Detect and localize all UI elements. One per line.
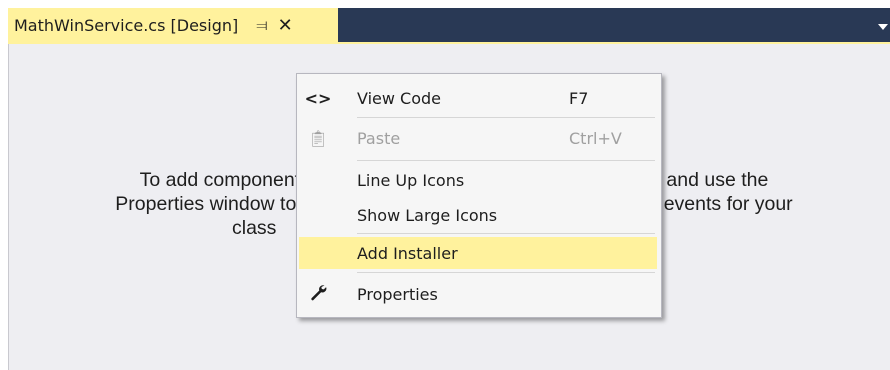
menu-separator — [357, 233, 655, 234]
menu-item-add-installer[interactable]: Add Installer — [299, 237, 657, 269]
menu-item-label: View Code — [357, 88, 442, 108]
code-icon: <> — [304, 88, 332, 108]
menu-item-label: Properties — [357, 284, 438, 304]
menu-item-properties[interactable]: Properties — [299, 278, 657, 310]
menu-item-label: Paste — [357, 128, 401, 148]
context-menu: <> View Code F7 📋︎ Paste Ctrl+V Line Up … — [296, 73, 662, 318]
close-icon[interactable]: ✕ — [278, 15, 293, 36]
menu-item-line-up-icons[interactable]: Line Up Icons — [299, 164, 657, 196]
wrench-icon — [303, 283, 333, 305]
menu-item-shortcut: F7 — [569, 88, 589, 108]
menu-item-show-large-icons[interactable]: Show Large Icons — [299, 199, 657, 231]
document-tab[interactable]: MathWinService.cs [Design] ⫤ ✕ — [8, 8, 338, 42]
menu-item-label: Add Installer — [357, 243, 458, 263]
menu-separator — [357, 160, 655, 161]
hint-line3: class — [232, 217, 277, 239]
menu-separator — [357, 117, 655, 118]
tab-dropdown-icon[interactable] — [878, 24, 888, 30]
pin-icon[interactable]: ⫤ — [256, 16, 267, 34]
tab-underline — [8, 42, 890, 44]
menu-item-paste[interactable]: 📋︎ Paste Ctrl+V — [299, 122, 657, 154]
menu-item-label: Show Large Icons — [357, 205, 498, 225]
tab-title: MathWinService.cs [Design] — [14, 15, 239, 35]
menu-item-label: Line Up Icons — [357, 170, 465, 190]
hint-line1-right: and use the — [666, 169, 769, 191]
menu-item-shortcut: Ctrl+V — [569, 128, 622, 148]
menu-item-view-code[interactable]: <> View Code F7 — [299, 82, 657, 114]
paste-icon: 📋︎ — [307, 128, 329, 148]
menu-separator — [357, 272, 655, 273]
